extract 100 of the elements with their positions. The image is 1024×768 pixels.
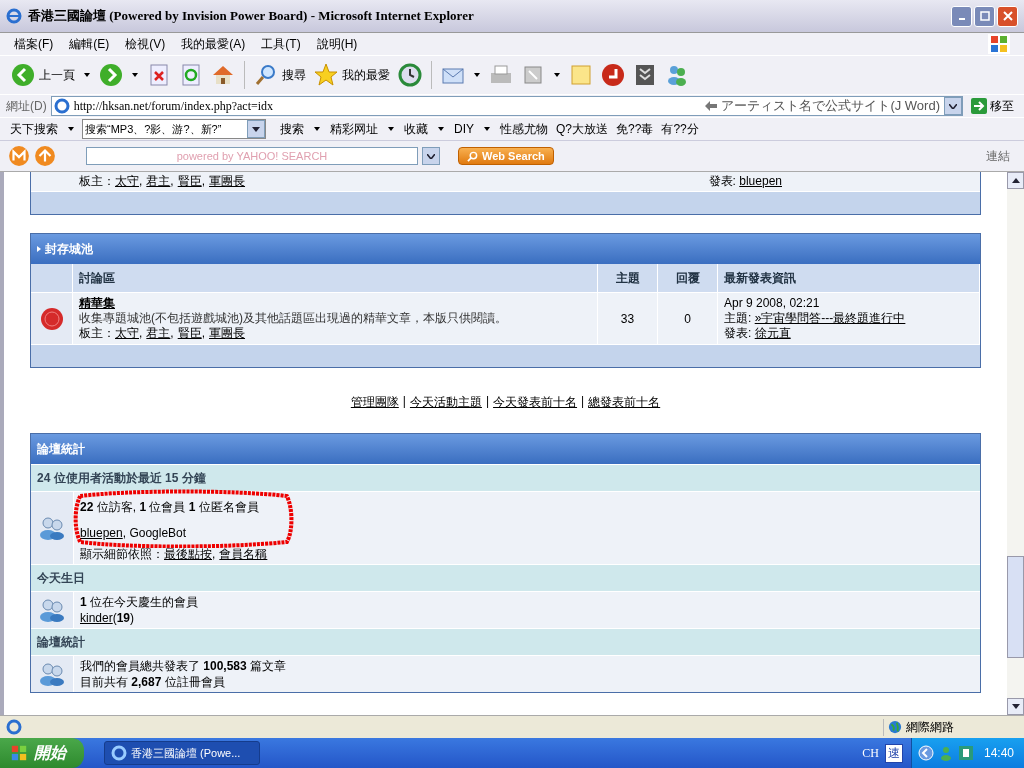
stats-text: , GoogleBot bbox=[122, 526, 187, 540]
moderator-link[interactable]: 賢臣 bbox=[177, 174, 202, 188]
search-brand-button[interactable]: 天下搜索 bbox=[8, 120, 60, 138]
section-heading: 論壇統計 bbox=[37, 633, 85, 651]
language-indicator[interactable]: CH bbox=[862, 745, 879, 761]
users-icon bbox=[38, 516, 66, 540]
toolbar-menu-button[interactable]: 性感尤物 bbox=[498, 120, 550, 138]
menu-item[interactable]: 工具(T) bbox=[255, 35, 311, 53]
posted-by-label: 發表: bbox=[724, 326, 752, 340]
close-button[interactable] bbox=[997, 5, 1018, 27]
section-heading: 今天生日 bbox=[37, 569, 85, 587]
vertical-scrollbar[interactable] bbox=[1007, 172, 1024, 715]
address-field[interactable]: http://hksan.net/forum/index.php?act=idx アーティスト名で公式サイト(J Word) bbox=[50, 96, 963, 116]
toolbar-menu-button[interactable]: 有??分 bbox=[659, 120, 701, 138]
link-separator: | bbox=[581, 394, 585, 410]
author-link[interactable]: bluepen bbox=[739, 174, 782, 188]
toolbar-button[interactable]: 搜尋 bbox=[251, 61, 309, 89]
stats-text: 1 位在今天慶生的會員 bbox=[80, 595, 199, 609]
dropdown-button[interactable] bbox=[422, 147, 440, 165]
links-label[interactable]: 連結 bbox=[986, 147, 1010, 165]
caret-icon[interactable] bbox=[314, 127, 320, 131]
address-label: 網址(D) bbox=[6, 97, 47, 115]
stats-text: 22 位訪客, 1 位會員 1 位匿名會員 bbox=[80, 500, 259, 514]
forum-name-link[interactable]: 精華集 bbox=[79, 296, 591, 311]
moderator-link[interactable]: 太守 bbox=[115, 174, 139, 188]
scroll-thumb[interactable] bbox=[1007, 556, 1024, 658]
menu-item[interactable]: 我的最愛(A) bbox=[175, 35, 256, 53]
menu-item[interactable]: 檢視(V) bbox=[119, 35, 176, 53]
refresh-icon bbox=[179, 63, 203, 87]
footer-link[interactable]: 總發表前十名 bbox=[588, 394, 661, 411]
users-icon bbox=[38, 598, 66, 622]
toolbar-menu-button[interactable]: 免??毒 bbox=[614, 120, 656, 138]
taskbar-window-button[interactable]: 香港三國論壇 (Powe... bbox=[104, 741, 260, 765]
moderators-label: 板主： bbox=[79, 326, 115, 340]
toolbar-menu-button[interactable]: 精彩网址 bbox=[328, 120, 380, 138]
link-separator: | bbox=[485, 394, 490, 410]
sort-label: 顯示細節依照： bbox=[80, 547, 164, 561]
toolbar-button[interactable]: 上一頁 bbox=[8, 61, 78, 89]
left-arrow-icon bbox=[705, 101, 718, 111]
moderator-link[interactable]: 賢臣 bbox=[177, 326, 202, 340]
caret-icon[interactable] bbox=[68, 127, 74, 131]
footer-link[interactable]: 今天發表前十名 bbox=[493, 394, 578, 411]
stats-text: 我們的會員總共發表了 100,583 篇文章 bbox=[80, 659, 287, 673]
browser-icon bbox=[111, 745, 127, 761]
topic-link[interactable]: »宇宙學問答---最終題進行中 bbox=[754, 311, 906, 325]
zone-label: 網際網路 bbox=[906, 718, 954, 736]
footer-link[interactable]: 管理團隊 bbox=[350, 394, 399, 411]
caret-icon[interactable] bbox=[438, 127, 444, 131]
sort-link[interactable]: 會員名稱 bbox=[219, 547, 268, 561]
toolbar-menu-button[interactable]: 搜索 bbox=[278, 120, 306, 138]
start-button[interactable]: 開始 bbox=[0, 738, 84, 768]
page-icon bbox=[6, 719, 22, 735]
yahoo-search-field[interactable]: powered by YAHOO! SEARCH bbox=[86, 147, 418, 165]
member-link[interactable]: kinder bbox=[80, 611, 113, 625]
bullet-icon bbox=[37, 246, 41, 252]
window-title: 香港三國論壇 (Powered by Invision Power Board) - Microsoft Internet Explorer bbox=[28, 7, 475, 25]
m-logo-icon[interactable] bbox=[8, 145, 30, 167]
comma: , bbox=[170, 326, 174, 340]
tray-app-icon[interactable] bbox=[957, 745, 974, 761]
search-field[interactable]: 搜索“MP3、?影、游?、新?” bbox=[82, 119, 266, 139]
dropdown-button[interactable] bbox=[944, 97, 962, 115]
go-button[interactable]: 移至 bbox=[967, 97, 1018, 115]
caret-icon bbox=[949, 103, 957, 109]
caret-icon[interactable] bbox=[84, 73, 90, 77]
forum-description: 收集專題城池(不包括遊戲城池)及其他話題區出現過的精華文章，本版只供閱讀。 bbox=[79, 311, 508, 326]
windows-flag-icon bbox=[10, 744, 28, 762]
maximize-button[interactable] bbox=[974, 5, 995, 27]
sort-link[interactable]: 最後點按 bbox=[164, 547, 212, 561]
arrow-icon bbox=[971, 98, 987, 114]
caret-icon[interactable] bbox=[474, 73, 480, 77]
moderator-link[interactable]: 太守 bbox=[115, 326, 139, 340]
moderator-link[interactable]: 軍團長 bbox=[209, 326, 246, 340]
page-icon bbox=[53, 98, 70, 114]
comma: , bbox=[201, 326, 206, 340]
minimize-button[interactable] bbox=[951, 5, 972, 27]
menu-item[interactable]: 編輯(E) bbox=[63, 35, 120, 53]
caret-icon[interactable] bbox=[484, 127, 490, 131]
author-link[interactable]: 徐元直 bbox=[754, 326, 791, 340]
globe-icon bbox=[888, 720, 902, 734]
moderators-label: 板主： bbox=[79, 174, 115, 188]
caret-icon[interactable] bbox=[132, 73, 138, 77]
caret-icon[interactable] bbox=[388, 127, 394, 131]
menu-item[interactable]: 說明(H) bbox=[310, 35, 368, 53]
down-caret-icon bbox=[1011, 704, 1020, 709]
chevron-icon[interactable] bbox=[917, 745, 934, 761]
maximize-icon bbox=[979, 11, 990, 21]
input-method-button[interactable]: 速 bbox=[884, 743, 903, 763]
member-link[interactable]: bluepen bbox=[80, 526, 123, 540]
caret-icon[interactable] bbox=[252, 126, 260, 132]
toolbar-menu-button[interactable]: Q?大放送 bbox=[554, 120, 611, 138]
caret-icon[interactable] bbox=[554, 73, 560, 77]
category-title[interactable]: 封存城池 bbox=[45, 240, 93, 258]
menu-item[interactable]: 檔案(F) bbox=[8, 35, 64, 53]
toolbar-menu-button[interactable]: 收藏 bbox=[402, 120, 430, 138]
search-icon bbox=[467, 150, 478, 162]
moderator-link[interactable]: 軍團長 bbox=[209, 174, 246, 188]
footer-link[interactable]: 今天活動主題 bbox=[409, 394, 482, 411]
link-separator: | bbox=[402, 394, 406, 410]
toolbar-menu-button[interactable]: DIY bbox=[452, 122, 476, 136]
toolbar-button[interactable]: 我的最愛 bbox=[311, 61, 393, 89]
